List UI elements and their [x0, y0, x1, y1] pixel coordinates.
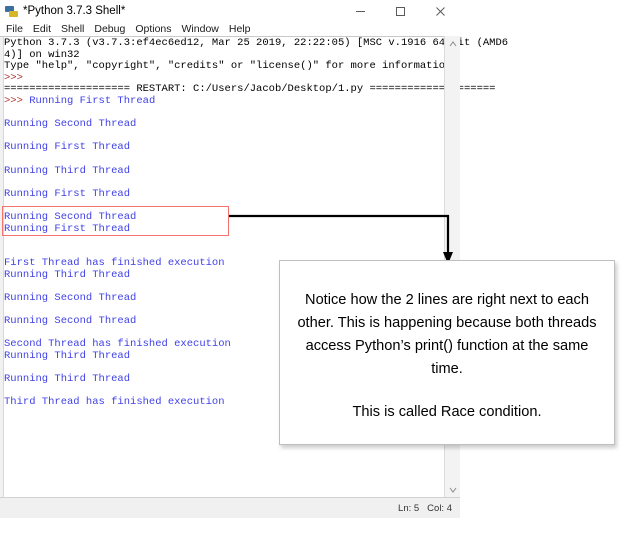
menu-item-options[interactable]: Options — [130, 22, 176, 36]
banner-line-1: Python 3.7.3 (v3.7.3:ef4ec6ed12, Mar 25 … — [4, 38, 434, 50]
output-first-1: Running First Thread — [29, 95, 155, 107]
output-first-3: Running First Thread — [4, 189, 434, 201]
window-title: *Python 3.7.3 Shell* — [23, 5, 125, 17]
race-line-1: Running Second Thread — [4, 212, 434, 224]
menu-item-window[interactable]: Window — [177, 22, 224, 36]
menu-item-file[interactable]: File — [0, 22, 28, 36]
output-first-2: Running First Thread — [4, 142, 434, 154]
chevron-up-icon[interactable] — [445, 36, 460, 51]
menu-item-shell[interactable]: Shell — [56, 22, 89, 36]
annotation-text: Notice how the 2 lines are right next to… — [294, 289, 600, 424]
annotation-callout: Notice how the 2 lines are right next to… — [279, 260, 615, 445]
menu-item-edit[interactable]: Edit — [28, 22, 56, 36]
annotation-paragraph-2: This is called Race condition. — [294, 401, 600, 424]
output-third-1: Running Third Thread — [4, 166, 434, 178]
close-icon[interactable] — [420, 0, 460, 22]
status-column-number: Col: 4 — [427, 503, 452, 514]
chevron-down-icon[interactable] — [445, 482, 460, 497]
python-idle-icon — [5, 5, 18, 18]
menu-bar: File Edit Shell Debug Options Window Hel… — [0, 22, 460, 36]
minimize-icon[interactable] — [340, 0, 380, 22]
maximize-icon[interactable] — [380, 0, 420, 22]
status-bar: Ln: 5 Col: 4 — [0, 497, 460, 518]
title-bar: *Python 3.7.3 Shell* — [0, 0, 460, 22]
menu-item-debug[interactable]: Debug — [89, 22, 130, 36]
race-line-2: Running First Thread — [4, 224, 434, 236]
window-controls — [340, 0, 460, 22]
output-second-1: Running Second Thread — [4, 119, 434, 131]
annotation-paragraph-1: Notice how the 2 lines are right next to… — [297, 292, 596, 377]
banner-line-3: Type "help", "copyright", "credits" or "… — [4, 61, 434, 73]
menu-item-help[interactable]: Help — [224, 22, 256, 36]
prompt-2: >>> — [4, 95, 29, 107]
status-line-number: Ln: 5 — [398, 503, 419, 514]
scrollbar-thumb[interactable] — [446, 52, 459, 182]
